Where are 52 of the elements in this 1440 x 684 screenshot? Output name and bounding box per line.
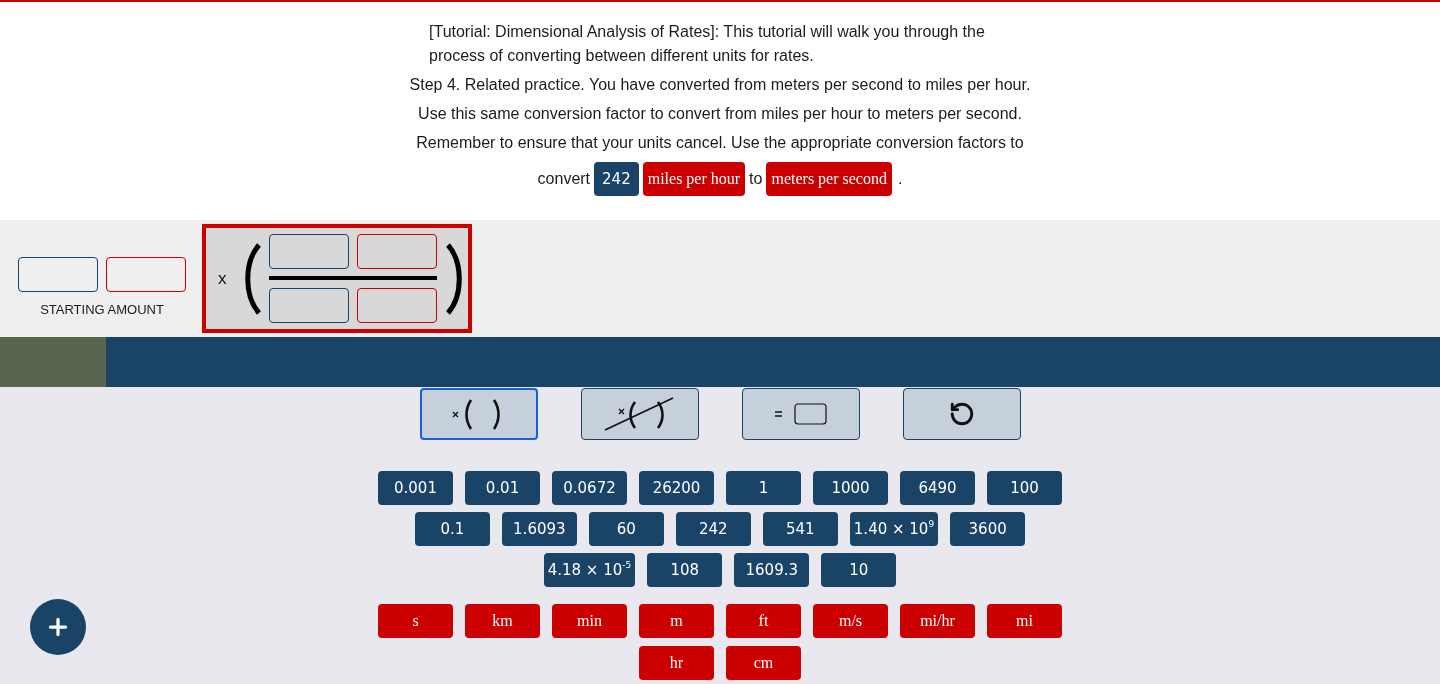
unit-button[interactable]: m bbox=[639, 604, 714, 638]
number-button[interactable]: 3600 bbox=[950, 512, 1026, 546]
to-label: to bbox=[749, 169, 763, 189]
number-button[interactable]: 26200 bbox=[639, 471, 714, 505]
unit-button[interactable]: hr bbox=[639, 646, 714, 680]
number-button[interactable]: 60 bbox=[588, 512, 664, 546]
unit-button[interactable]: mi/hr bbox=[900, 604, 975, 638]
number-button[interactable]: 1000 bbox=[813, 471, 888, 505]
unit-button[interactable]: km bbox=[465, 604, 540, 638]
cancel-units-button[interactable] bbox=[580, 388, 699, 440]
unit-button[interactable]: s bbox=[378, 604, 453, 638]
multiply-factor-button[interactable] bbox=[419, 388, 538, 440]
number-button[interactable]: 4.18 × 10$^{-5}$ bbox=[543, 553, 636, 587]
equals-box-icon bbox=[773, 402, 828, 426]
unit-input-field[interactable] bbox=[106, 257, 186, 292]
to-unit-badge: meters per second bbox=[766, 162, 892, 196]
denominator-value-field[interactable] bbox=[268, 288, 349, 323]
number-button[interactable]: 1609.3 bbox=[734, 553, 810, 587]
unit-button[interactable]: ft bbox=[726, 604, 801, 638]
numerator-unit-field[interactable] bbox=[356, 234, 437, 269]
unit-button[interactable]: cm bbox=[726, 646, 801, 680]
numerator-value-field[interactable] bbox=[268, 234, 349, 269]
times-sign: x bbox=[218, 268, 227, 289]
from-unit-badge: miles per hour bbox=[642, 162, 746, 196]
number-button[interactable]: 541 bbox=[762, 512, 838, 546]
undo-button[interactable] bbox=[902, 388, 1021, 440]
number-button[interactable]: 0.001 bbox=[378, 471, 453, 505]
unit-button[interactable]: m/s bbox=[813, 604, 888, 638]
conversion-factor-panel[interactable]: x bbox=[202, 224, 472, 333]
number-button[interactable]: 6490 bbox=[900, 471, 975, 505]
equals-button[interactable] bbox=[741, 388, 860, 440]
number-button[interactable]: 108 bbox=[647, 553, 723, 587]
amount-input-field[interactable] bbox=[18, 257, 98, 292]
unit-button[interactable]: mi bbox=[987, 604, 1062, 638]
starting-amount-label: STARTING AMOUNT bbox=[40, 302, 164, 317]
number-button[interactable]: 0.0672 bbox=[552, 471, 627, 505]
number-button[interactable]: 1.40 × 10$^{9}$ bbox=[849, 512, 939, 546]
number-button[interactable]: 0.01 bbox=[465, 471, 540, 505]
number-button[interactable]: 1.6093 bbox=[501, 512, 577, 546]
number-button[interactable]: 1 bbox=[726, 471, 801, 505]
add-button[interactable] bbox=[30, 599, 86, 655]
unit-button[interactable]: min bbox=[552, 604, 627, 638]
number-button[interactable]: 242 bbox=[675, 512, 751, 546]
denominator-unit-field[interactable] bbox=[356, 288, 437, 323]
convert-label: convert bbox=[537, 169, 591, 189]
number-button[interactable]: 0.1 bbox=[414, 512, 490, 546]
number-button[interactable]: 10 bbox=[821, 553, 897, 587]
amount-badge: 242 bbox=[594, 162, 639, 196]
period-text: . bbox=[897, 169, 903, 189]
tutorial-intro-text: [Tutorial: Dimensional Analysis of Rates]: This tutorial will walk you through the process of converting between different units for rates. bbox=[429, 22, 986, 66]
number-button[interactable]: 100 bbox=[987, 471, 1062, 505]
undo-icon bbox=[948, 401, 975, 427]
